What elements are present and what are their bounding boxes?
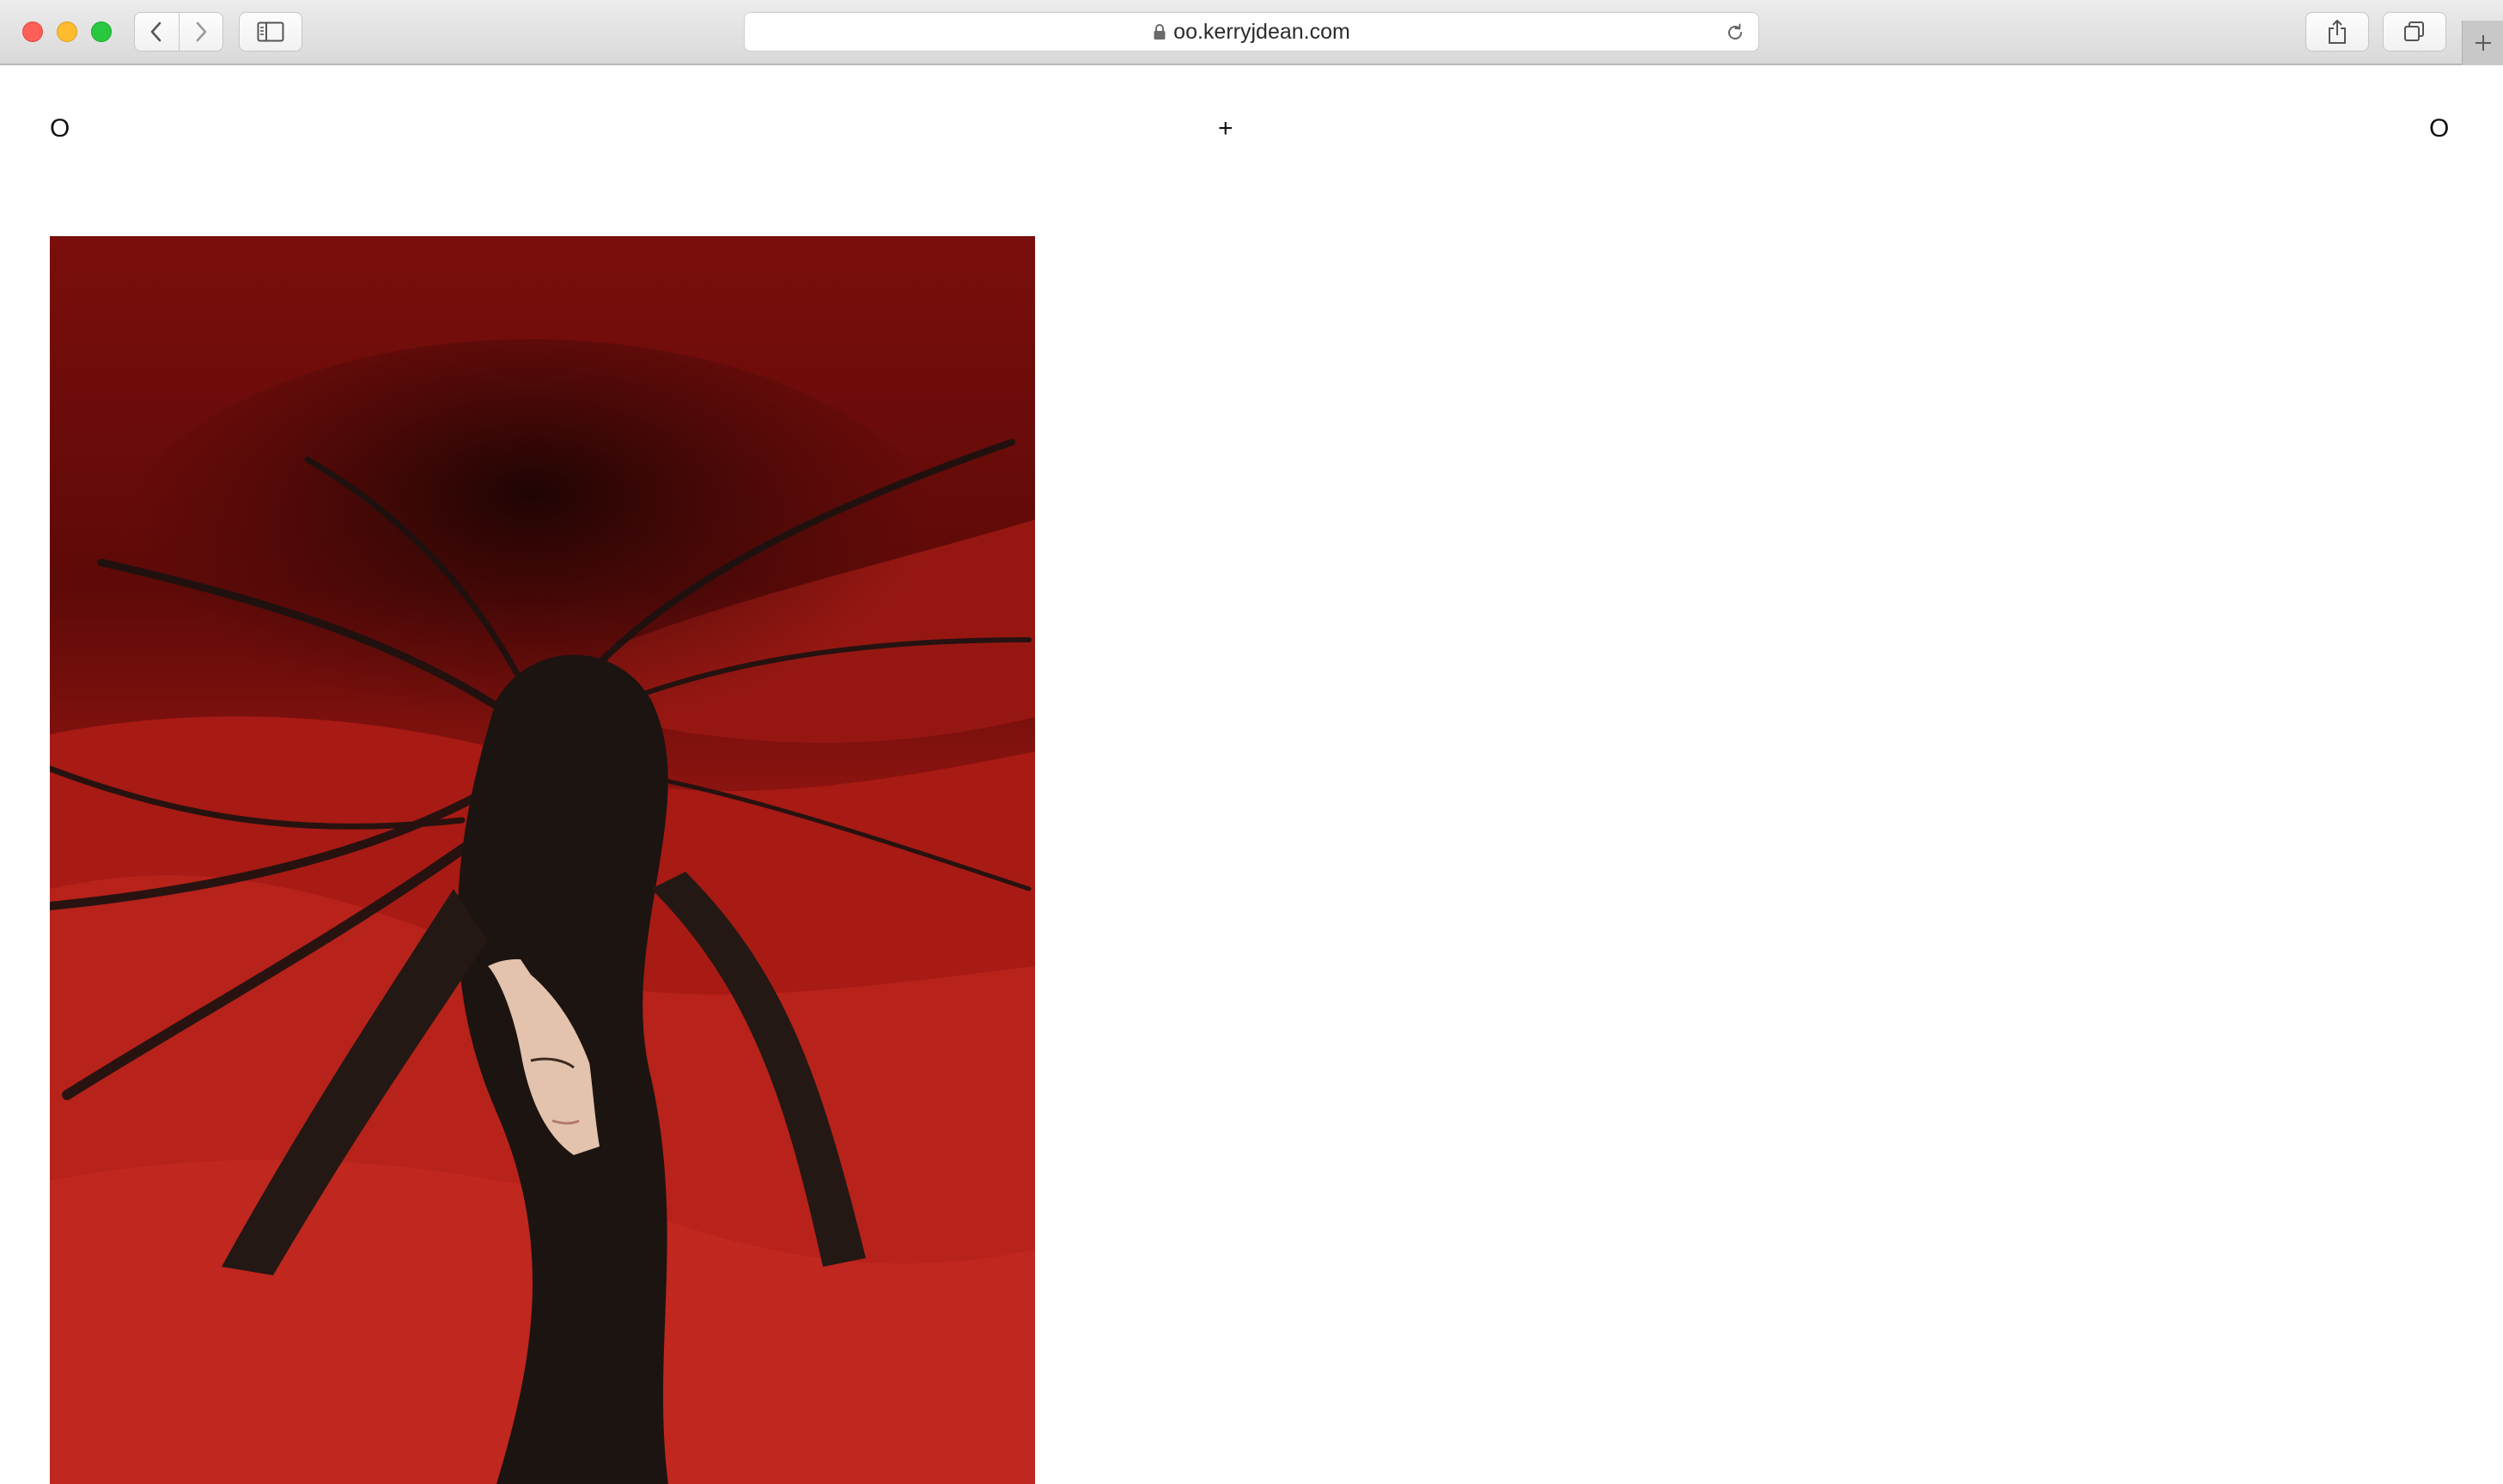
sidebar-icon [257,21,284,42]
lock-icon [1153,23,1166,40]
header-center-link[interactable]: + [1218,114,1233,143]
hero-photo[interactable] [50,236,1035,1484]
forward-button[interactable] [178,13,222,51]
back-button[interactable] [135,13,179,51]
reload-button[interactable] [1724,21,1746,44]
zoom-window-button[interactable] [91,21,112,42]
reload-icon [1728,23,1742,40]
tabs-overview-icon [2404,21,2424,41]
address-url-text: oo.kerryjdean.com [1173,19,1350,44]
address-bar[interactable]: oo.kerryjdean.com [744,12,1759,52]
tabs-overview-button[interactable] [2383,12,2446,52]
new-tab-button[interactable] [2462,21,2503,65]
chevron-left-icon [151,21,161,42]
plus-icon [2475,35,2491,51]
portrait-photo-illustration [50,236,1035,1484]
header-left-link[interactable]: O [50,114,70,143]
share-icon [2329,20,2346,44]
browser-toolbar: oo.kerryjdean.com [0,0,2503,65]
header-right-link[interactable]: O [2429,114,2449,143]
close-window-button[interactable] [22,21,43,42]
chevron-right-icon [196,21,207,42]
share-button[interactable] [2305,12,2369,52]
minimize-window-button[interactable] [57,21,77,42]
sidebar-toggle-button[interactable] [239,12,302,52]
navigation-buttons [134,12,223,52]
